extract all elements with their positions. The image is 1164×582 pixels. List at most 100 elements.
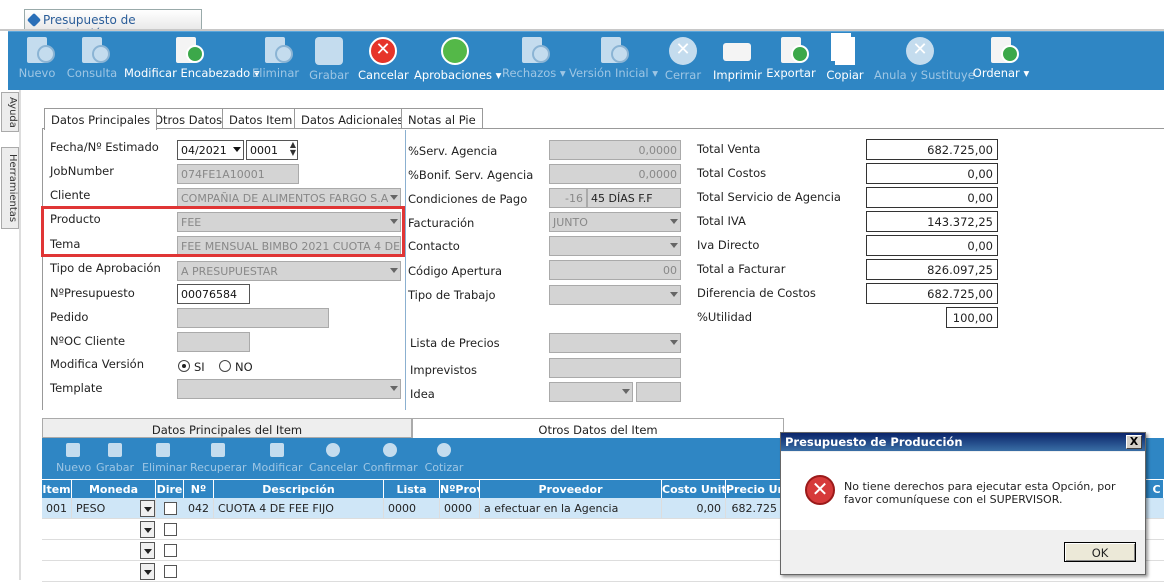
aprobaciones-button[interactable]: Aprobaciones ▾ xyxy=(414,35,501,89)
total-costos-label: Total Costos xyxy=(697,166,767,180)
tipo-aprobacion-select[interactable]: A PRESUPUESTAR xyxy=(177,261,401,281)
col-descripcion[interactable]: Descripción xyxy=(214,480,384,498)
chevron-down-icon xyxy=(670,340,678,345)
tab-datos-item[interactable]: Datos Item xyxy=(222,108,300,129)
tab-datos-principales-item[interactable]: Datos Principales del Item xyxy=(42,418,412,438)
bonif-agencia-label: %Bonif. Serv. Agencia xyxy=(408,168,534,182)
item-save-button[interactable]: Grabar xyxy=(96,441,134,474)
item-new-button[interactable]: Nuevo xyxy=(56,441,91,474)
total-venta-label: Total Venta xyxy=(697,142,761,156)
dire-checkbox[interactable] xyxy=(164,502,177,515)
cerrar-button[interactable]: ✕ Cerrar xyxy=(662,35,704,89)
col-num[interactable]: Nº xyxy=(184,480,214,498)
error-dialog: Presupuesto de Producción X ✕ No tiene d… xyxy=(780,432,1146,575)
col-dire[interactable]: Dire xyxy=(156,480,184,498)
item-modify-button[interactable]: Modificar xyxy=(252,441,303,474)
item-cancel-button[interactable]: Cancelar xyxy=(309,441,358,474)
item-recover-button[interactable]: Recuperar xyxy=(190,441,246,474)
eliminar-button[interactable]: Eliminar xyxy=(252,35,299,89)
col-lista[interactable]: Lista xyxy=(384,480,440,498)
delete-icon xyxy=(156,443,170,457)
side-tab-herramientas[interactable]: Herramientas xyxy=(1,147,19,229)
idea-select[interactable] xyxy=(549,382,633,402)
lista-precios-select[interactable] xyxy=(549,333,681,353)
col-costo-unit[interactable]: Costo Unit. xyxy=(662,480,726,498)
facturacion-select[interactable]: JUNTO xyxy=(549,212,681,232)
tab-datos-adicionales[interactable]: Datos Adicionales xyxy=(294,108,411,129)
moneda-dropdown[interactable] xyxy=(140,542,155,559)
item-quote-button[interactable]: Cotizar xyxy=(423,441,465,474)
tab-datos-principales[interactable]: Datos Principales xyxy=(44,108,158,130)
void-replace-icon: ✕ xyxy=(906,37,934,65)
new-button[interactable]: Nuevo xyxy=(16,35,58,89)
cell-precio: 682.725 xyxy=(726,498,782,519)
imprimir-button[interactable]: Imprimir xyxy=(713,35,762,89)
cliente-select[interactable]: COMPAÑIA DE ALIMENTOS FARGO S.A xyxy=(177,188,401,208)
tab-otros-datos-item[interactable]: Otros Datos del Item xyxy=(412,418,784,438)
dire-checkbox[interactable] xyxy=(164,523,177,536)
cliente-label: Cliente xyxy=(50,188,91,202)
ordenar-button[interactable]: Ordenar ▾ xyxy=(972,35,1030,89)
dire-checkbox[interactable] xyxy=(164,565,177,578)
copy-icon xyxy=(835,37,855,65)
moneda-dropdown[interactable] xyxy=(140,563,155,580)
idea-label: Idea xyxy=(410,387,435,401)
dialog-body: ✕ No tiene derechos para ejecutar esta O… xyxy=(781,452,1145,530)
oc-cliente-field[interactable] xyxy=(177,332,250,352)
cancel-icon: ✕ xyxy=(369,37,397,65)
copiar-button[interactable]: Copiar xyxy=(825,35,865,89)
side-divider xyxy=(19,90,21,580)
cell-descripcion: CUOTA 4 DE FEE FIJO xyxy=(214,498,384,519)
col-nprov[interactable]: NºProv xyxy=(440,480,480,498)
dialog-close-button[interactable]: X xyxy=(1126,435,1142,449)
condiciones-pago-field: 45 DÍAS F.F xyxy=(587,188,681,208)
moneda-dropdown[interactable] xyxy=(140,500,155,517)
rechazos-button[interactable]: Rechazos ▾ xyxy=(502,35,566,89)
col-moneda[interactable]: Moneda xyxy=(72,480,156,498)
version-inicial-button[interactable]: Versión Inicial ▾ xyxy=(569,35,658,89)
contacto-select[interactable] xyxy=(549,236,681,256)
fecha-select[interactable]: 04/2021 xyxy=(177,140,244,160)
col-precio[interactable]: Precio Ur xyxy=(726,480,782,498)
window-tab[interactable]: Presupuesto de Producción xyxy=(24,9,202,41)
codigo-apertura-label: Código Apertura xyxy=(408,264,503,278)
main-toolbar: Nuevo Consulta Modificar Encabezado ▾ El… xyxy=(8,31,1164,90)
item-confirm-button[interactable]: Confirmar xyxy=(363,441,418,474)
tipo-trabajo-label: Tipo de Trabajo xyxy=(408,288,496,302)
side-tab-ayuda[interactable]: Ayuda xyxy=(1,92,19,132)
bonif-agencia-field: 0,0000 xyxy=(549,164,681,184)
radio-si[interactable] xyxy=(178,360,190,372)
col-item[interactable]: Item xyxy=(42,480,72,498)
jobnumber-field: 074FE1A10001 xyxy=(177,164,299,184)
moneda-dropdown[interactable] xyxy=(140,521,155,538)
anula-sustituye-button[interactable]: ✕ Anula y Sustituye xyxy=(874,35,975,89)
tipo-trabajo-select[interactable] xyxy=(549,285,681,305)
ok-button[interactable]: OK xyxy=(1064,542,1136,562)
template-select[interactable] xyxy=(177,379,401,399)
presupuesto-field[interactable]: 00076584 xyxy=(177,284,250,304)
col-c[interactable]: C xyxy=(1150,480,1164,498)
idea-field[interactable] xyxy=(636,382,681,402)
modificar-encabezado-button[interactable]: Modificar Encabezado ▾ xyxy=(124,35,260,89)
chevron-down-icon xyxy=(390,386,398,391)
utilidad-label: %Utilidad xyxy=(697,310,753,324)
tab-otros-datos[interactable]: Otros Datos xyxy=(147,108,230,129)
export-icon xyxy=(781,37,809,63)
consulta-button[interactable]: Consulta xyxy=(66,35,118,89)
cancelar-button[interactable]: ✕ Cancelar xyxy=(358,35,409,89)
pedido-field[interactable] xyxy=(177,308,329,328)
dire-checkbox[interactable] xyxy=(164,544,177,557)
estimado-spinner[interactable]: 0001 ▲ ▼ xyxy=(246,140,298,160)
cell-num: 042 xyxy=(184,498,214,519)
condiciones-code-field: -16 xyxy=(549,188,587,208)
grabar-button[interactable]: Grabar xyxy=(306,35,352,89)
item-delete-button[interactable]: Eliminar xyxy=(142,441,187,474)
cell-proveedor: a efectuar en la Agencia xyxy=(480,498,662,519)
radio-si-label: SI xyxy=(194,360,205,374)
radio-no[interactable] xyxy=(219,360,231,372)
exportar-button[interactable]: Exportar xyxy=(766,35,816,89)
tab-notas-pie[interactable]: Notas al Pie xyxy=(401,108,483,129)
col-proveedor[interactable]: Proveedor xyxy=(480,480,662,498)
total-iva-value: 143.372,25 xyxy=(866,211,998,232)
imprevistos-field[interactable] xyxy=(549,358,681,378)
